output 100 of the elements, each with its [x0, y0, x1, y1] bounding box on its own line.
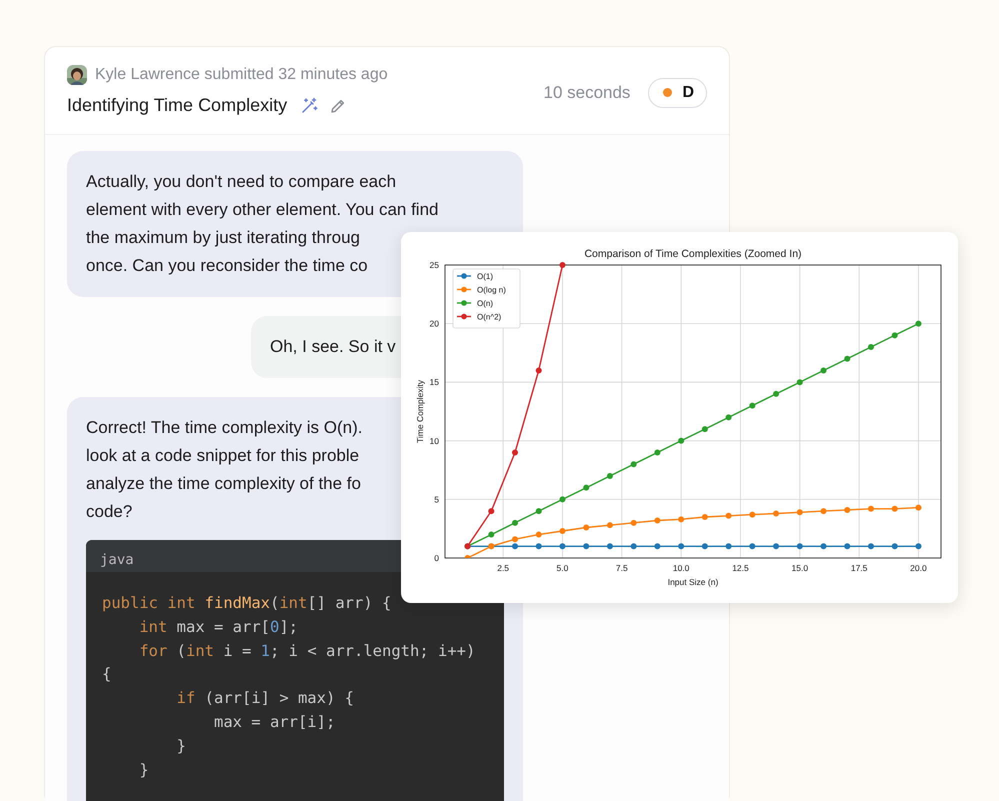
data-point	[606, 522, 613, 528]
data-point	[559, 528, 566, 534]
tick-label: 0	[434, 553, 439, 563]
data-point	[606, 543, 613, 550]
legend-marker	[461, 300, 467, 306]
data-point	[559, 262, 566, 268]
data-point	[773, 390, 780, 397]
data-point	[702, 543, 708, 550]
code-line: public int findMax(int[] arr) {	[102, 593, 392, 614]
data-point	[583, 543, 590, 550]
data-point	[726, 543, 732, 550]
message-text: Actually, you don't need to compare each	[86, 171, 396, 193]
status-dot	[663, 88, 672, 97]
data-point	[749, 543, 756, 550]
data-point	[583, 484, 590, 491]
tick-label: 7.5	[616, 563, 628, 573]
tick-label: 5	[434, 494, 439, 504]
axis-label: Time Complexity	[415, 380, 425, 443]
message-text: Oh, I see. So it v	[270, 336, 396, 358]
message-text: code?	[86, 501, 132, 523]
message-text: analyze the time complexity of the fo	[86, 473, 361, 495]
data-point	[726, 512, 732, 519]
data-point	[820, 367, 827, 374]
data-point	[702, 426, 708, 432]
code-line: {	[102, 664, 112, 686]
axis-label: Input Size (n)	[668, 577, 718, 587]
data-point	[892, 332, 898, 338]
pencil-icon[interactable]	[330, 98, 346, 114]
legend-marker	[461, 314, 467, 320]
tick-label: 15	[430, 377, 439, 388]
legend-label: O(log n)	[477, 286, 506, 294]
grade-letter: D	[682, 84, 694, 102]
data-point	[796, 543, 803, 550]
tick-label: 25	[430, 260, 439, 270]
message-text: element with every other element. You can find	[86, 199, 438, 221]
legend-marker	[461, 286, 467, 292]
data-point	[844, 543, 850, 550]
code-line: if (arr[i] > max) {	[176, 688, 355, 710]
data-point	[749, 402, 756, 409]
tick-label: 5.0	[556, 563, 568, 573]
submission-info: Kyle Lawrence submitted 32 minutes ago	[95, 66, 388, 84]
data-point	[654, 543, 660, 550]
data-point	[630, 543, 637, 550]
data-point	[488, 532, 494, 538]
data-point	[654, 518, 660, 524]
data-point	[892, 506, 898, 512]
magic-wand-icon[interactable]	[301, 97, 318, 114]
tick-label: 10.0	[672, 563, 690, 573]
data-point	[630, 520, 637, 526]
data-point	[868, 506, 874, 512]
data-point	[536, 543, 542, 550]
data-point	[915, 504, 922, 511]
tick-label: 15.0	[792, 563, 808, 573]
data-point	[796, 379, 803, 386]
data-point	[559, 543, 566, 550]
message-text: look at a code snippet for this proble	[86, 445, 360, 467]
message-text: Correct! The time complexity is O(n).	[86, 417, 362, 439]
data-point	[844, 356, 850, 362]
data-point	[559, 496, 566, 502]
code-line: }	[176, 736, 187, 757]
data-point	[678, 543, 684, 550]
data-point	[512, 450, 518, 456]
data-point	[654, 450, 660, 456]
data-point	[488, 508, 494, 514]
data-point	[796, 509, 803, 516]
legend-label: O(n^2)	[477, 312, 502, 322]
data-point	[536, 508, 542, 514]
tick-label: 10	[430, 436, 439, 446]
data-point	[915, 320, 922, 327]
data-point	[726, 414, 732, 420]
duration: 10 seconds	[543, 82, 630, 102]
legend-label: O(1)	[477, 272, 493, 281]
data-point	[464, 555, 471, 558]
data-point	[820, 543, 827, 550]
tick-label: 12.5	[732, 563, 749, 573]
code-line: int max = arr[0];	[138, 616, 299, 638]
data-point	[536, 367, 542, 374]
data-point	[773, 510, 780, 516]
data-point	[868, 344, 874, 350]
code-line: for (int i = 1; i < arr.length; i++)	[138, 640, 476, 662]
data-point	[630, 461, 637, 468]
chart-title: Comparison of Time Complexities (Zoomed In)	[584, 248, 802, 260]
code-line: max = arr[i];	[212, 712, 336, 733]
data-point	[868, 543, 874, 550]
tick-label: 17.5	[850, 563, 868, 573]
data-point	[749, 512, 756, 518]
data-point	[915, 543, 922, 550]
message-text: the maximum by just iterating throug	[86, 227, 360, 249]
data-point	[702, 514, 708, 520]
data-point	[512, 520, 518, 526]
data-point	[606, 472, 613, 479]
tick-label: 20	[430, 318, 439, 329]
code-line: }	[138, 760, 150, 781]
data-point	[583, 524, 590, 531]
data-point	[678, 516, 684, 522]
data-point	[820, 508, 827, 514]
data-point	[678, 438, 684, 444]
data-point	[844, 506, 850, 513]
data-point	[773, 543, 780, 550]
legend-marker	[461, 273, 467, 279]
